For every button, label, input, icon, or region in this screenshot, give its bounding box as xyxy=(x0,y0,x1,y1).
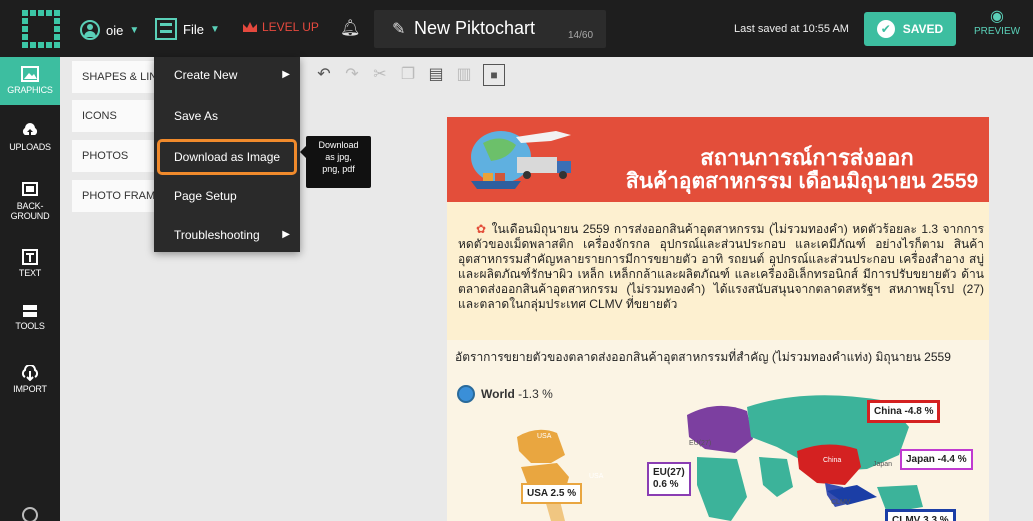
text-icon xyxy=(22,249,38,265)
nav-text[interactable]: TEXT xyxy=(0,249,60,278)
upload-icon xyxy=(22,123,38,136)
bell-icon[interactable]: 🔔︎ xyxy=(340,18,360,38)
category-photos[interactable]: PHOTOS xyxy=(72,140,162,172)
eu-growth-label[interactable]: EU(27) 0.6 % xyxy=(647,462,691,496)
map-label-eu: EU(27) xyxy=(689,440,712,447)
eye-icon: ◉ xyxy=(990,8,1004,25)
nav-tools[interactable]: TOOLS xyxy=(0,302,60,331)
map-label-usa-2: USA xyxy=(589,473,604,480)
intro-paragraph[interactable]: ✿ ในเดือนมิถุนายน 2559 การส่งออกสินค้าอุ… xyxy=(458,222,984,312)
globe-icon[interactable] xyxy=(457,385,475,403)
menu-item-troubleshooting-label: Troubleshooting xyxy=(174,228,260,242)
nav-background[interactable]: BACK- GROUND xyxy=(0,182,60,221)
shipping-illustration-icon[interactable] xyxy=(461,123,579,195)
eu-growth-value: 0.6 % xyxy=(653,479,679,490)
menu-item-save-as[interactable]: Save As xyxy=(154,98,300,134)
image-icon xyxy=(21,66,39,82)
tooltip-line3: png, pdf xyxy=(322,164,355,174)
preview-label: PREVIEW xyxy=(973,26,1021,37)
eu-growth-name: EU(27) xyxy=(653,467,685,478)
preview-button[interactable]: ◉ PREVIEW xyxy=(972,8,1022,37)
nav-import[interactable]: IMPORT xyxy=(0,365,60,394)
nav-background-label-2: GROUND xyxy=(10,211,50,221)
map-chart-title[interactable]: อัตราการขยายตัวของตลาดส่งออกสินค้าอุตสาห… xyxy=(455,348,985,367)
menu-item-create-new-label: Create New xyxy=(174,68,238,82)
map-label-usa: USA xyxy=(537,433,552,440)
level-up-button[interactable]: LEVEL UP xyxy=(242,20,319,34)
level-up-label: LEVEL UP xyxy=(262,20,319,34)
map-label-clmv: CLMV xyxy=(831,499,851,506)
intro-section[interactable]: ✿ ในเดือนมิถุนายน 2559 การส่งออกสินค้าอุ… xyxy=(447,202,989,340)
nav-graphics-label: GRAPHICS xyxy=(7,85,53,95)
tools-icon xyxy=(23,305,37,317)
file-menu-button[interactable]: File ▼ xyxy=(155,18,220,40)
bullet-icon: ✿ xyxy=(476,222,488,236)
edit-toolbar: ↶ ↷ ✂ ❐ ▤ ▥ ■ xyxy=(305,60,555,90)
nav-background-label: BACK- xyxy=(16,201,44,211)
last-saved-status: Last saved at 10:55 AM xyxy=(734,23,849,35)
map-label-china: China xyxy=(823,457,842,464)
infographic-banner[interactable]: สถานการณ์การส่งออก สินค้าอุตสาหกรรม เดือ… xyxy=(447,117,989,202)
copy-icon[interactable]: ❐ xyxy=(399,66,417,84)
delete-icon[interactable]: ▥ xyxy=(455,66,473,84)
nav-uploads[interactable]: UPLOADS xyxy=(0,123,60,152)
menu-item-troubleshooting[interactable]: Troubleshooting ▶ xyxy=(154,217,300,253)
file-menu-label: File xyxy=(183,21,204,37)
saved-label: SAVED xyxy=(902,22,944,36)
chevron-down-icon: ▼ xyxy=(209,23,220,35)
piktochart-logo-icon[interactable] xyxy=(22,10,60,48)
import-icon xyxy=(21,365,39,381)
nav-text-label: TEXT xyxy=(18,268,42,278)
clmv-growth-label[interactable]: CLMV 3.3 % xyxy=(885,509,956,521)
account-menu[interactable]: oie ▼ xyxy=(80,20,139,40)
left-nav: GRAPHICS UPLOADS BACK- GROUND TEXT TOOLS… xyxy=(0,57,60,521)
china-growth-label[interactable]: China -4.8 % xyxy=(867,400,941,423)
saved-button[interactable]: ✔ SAVED xyxy=(864,12,956,46)
category-icons[interactable]: ICONS xyxy=(72,100,162,132)
chevron-right-icon: ▶ xyxy=(282,229,290,240)
top-bar: oie ▼ File ▼ LEVEL UP 🔔︎ ✎ New Piktochar… xyxy=(0,0,1033,57)
document-title[interactable]: New Piktochart xyxy=(414,18,535,39)
download-highlight-box xyxy=(157,139,297,175)
world-value: -1.3 % xyxy=(518,387,553,401)
undo-icon[interactable]: ↶ xyxy=(315,66,333,84)
redo-icon[interactable]: ↷ xyxy=(343,66,361,84)
select-frame-icon[interactable]: ■ xyxy=(483,64,505,86)
chevron-right-icon: ▶ xyxy=(282,69,290,80)
nav-graphics[interactable]: GRAPHICS xyxy=(0,57,60,105)
menu-item-page-setup-label: Page Setup xyxy=(174,189,237,203)
document-title-field[interactable]: ✎ New Piktochart 14/60 xyxy=(374,10,606,48)
menu-item-page-setup[interactable]: Page Setup xyxy=(154,178,300,214)
category-photo-frames[interactable]: PHOTO FRAMES xyxy=(72,180,162,212)
nav-uploads-label: UPLOADS xyxy=(9,142,51,152)
chevron-down-icon: ▼ xyxy=(129,24,140,36)
download-tooltip: Download as jpg, png, pdf xyxy=(300,136,371,188)
banner-title-line2[interactable]: สินค้าอุตสาหกรรม เดือนมิถุนายน 2559 xyxy=(617,165,987,198)
category-shapes-lines[interactable]: SHAPES & LINES xyxy=(72,61,162,93)
nav-tools-label: TOOLS xyxy=(15,321,45,331)
help-icon[interactable] xyxy=(22,507,38,521)
japan-growth-label[interactable]: Japan -4.4 % xyxy=(900,449,973,470)
nav-import-label: IMPORT xyxy=(13,384,47,394)
paste-icon[interactable]: ▤ xyxy=(427,66,445,84)
infographic-canvas[interactable]: สถานการณ์การส่งออก สินค้าอุตสาหกรรม เดือ… xyxy=(447,117,989,521)
world-growth[interactable]: World -1.3 % xyxy=(481,387,553,401)
menu-item-save-as-label: Save As xyxy=(174,109,219,123)
account-name: oie xyxy=(106,22,124,38)
intro-text[interactable]: ในเดือนมิถุนายน 2559 การส่งออกสินค้าอุตส… xyxy=(458,222,984,311)
checkmark-icon: ✔ xyxy=(876,20,895,38)
map-label-japan: Japan xyxy=(873,461,893,468)
file-icon xyxy=(155,18,177,40)
menu-item-create-new[interactable]: Create New ▶ xyxy=(154,57,300,93)
tooltip-line2: as jpg, xyxy=(325,152,352,162)
crown-icon xyxy=(243,22,257,32)
background-icon xyxy=(22,182,38,196)
usa-growth-label[interactable]: USA 2.5 % xyxy=(521,483,583,504)
tooltip-line1: Download xyxy=(318,140,359,150)
world-label: World xyxy=(481,387,515,401)
user-avatar-icon xyxy=(80,20,100,40)
cut-icon[interactable]: ✂ xyxy=(371,66,389,84)
title-character-counter: 14/60 xyxy=(568,30,594,41)
pencil-icon: ✎ xyxy=(392,21,406,38)
